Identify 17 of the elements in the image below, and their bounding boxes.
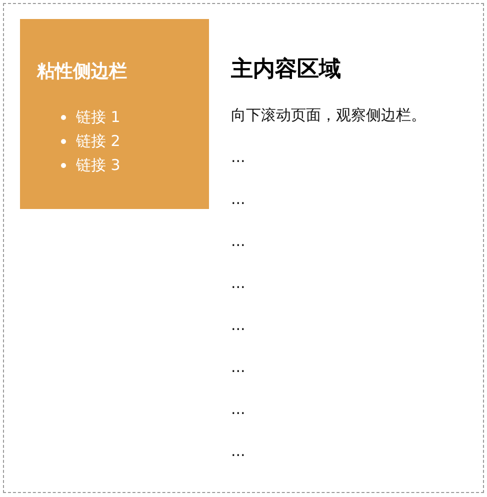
sidebar-link[interactable]: 链接 2 <box>76 132 120 150</box>
sidebar-link[interactable]: 链接 3 <box>76 156 120 174</box>
sidebar-title: 粘性侧边栏 <box>37 60 128 84</box>
bullet-icon <box>61 114 66 120</box>
ellipsis-text: ... <box>231 231 246 252</box>
ellipsis-text: ... <box>231 315 246 336</box>
ellipsis-text: ... <box>231 273 246 294</box>
bullet-icon <box>61 138 66 144</box>
ellipsis-text: ... <box>231 147 246 168</box>
ellipsis-text: ... <box>231 399 246 420</box>
bullet-icon <box>61 162 66 168</box>
ellipsis-text: ... <box>231 189 246 210</box>
sidebar-link[interactable]: 链接 1 <box>76 108 120 126</box>
intro-text: 向下滚动页面，观察侧边栏。 <box>231 105 427 126</box>
ellipsis-text: ... <box>231 441 246 462</box>
main-title: 主内容区域 <box>231 56 342 84</box>
ellipsis-text: ... <box>231 357 246 378</box>
